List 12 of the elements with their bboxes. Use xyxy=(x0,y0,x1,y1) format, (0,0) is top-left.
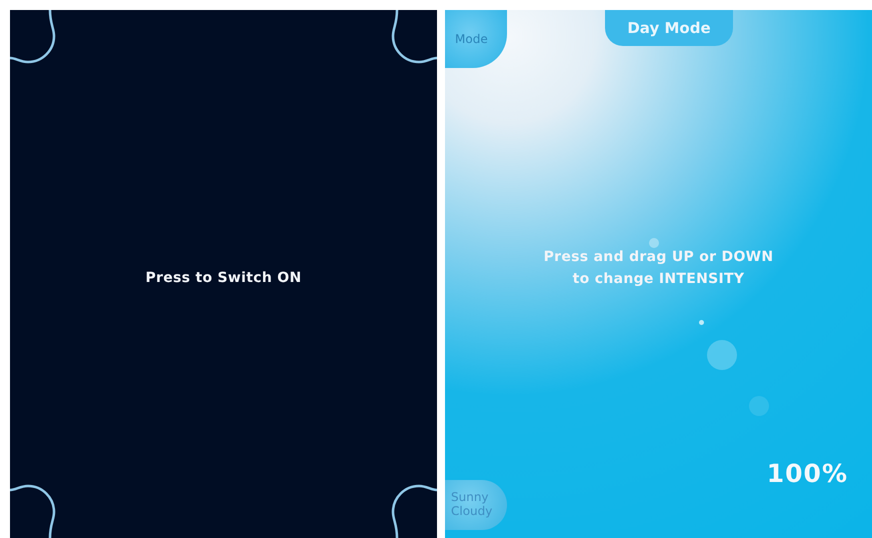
bubble xyxy=(649,238,659,248)
bubble xyxy=(749,396,769,416)
bubble xyxy=(699,320,704,325)
mode-button[interactable]: Mode xyxy=(445,10,507,68)
intensity-instruction: Press and drag UP or DOWN to change INTENSITY xyxy=(544,248,774,289)
bubble xyxy=(707,340,737,370)
intensity-value: 100% xyxy=(766,459,848,488)
off-screen[interactable]: Press to Switch ON xyxy=(10,10,437,538)
mode-title: Day Mode xyxy=(605,10,733,46)
day-mode-screen[interactable]: Mode Day Mode Press and drag UP or DOWN to change INTENSITY 100% Sunny Cloudy xyxy=(445,10,872,538)
weather-button[interactable]: Sunny Cloudy xyxy=(445,480,507,530)
switch-on-prompt: Press to Switch ON xyxy=(145,269,302,288)
